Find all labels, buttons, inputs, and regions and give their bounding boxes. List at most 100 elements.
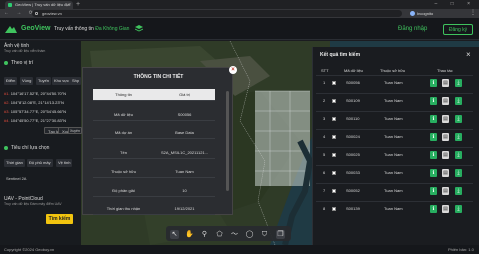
browser-tab[interactable]: GeoView | Truy vấn dữ liệu địa × [5, 1, 73, 9]
result-checkbox[interactable] [332, 171, 336, 175]
results-close-icon[interactable]: × [466, 50, 471, 59]
detail-value: 10 [182, 188, 187, 193]
tab-satellite[interactable]: Vệ tinh [56, 159, 73, 167]
tab-shp[interactable]: Shp [70, 77, 82, 85]
section-dot-icon [4, 145, 8, 150]
view-icon[interactable]: ▤ [442, 79, 449, 87]
tab-route[interactable]: Tuyến [36, 77, 51, 85]
coord-row-4[interactable]: #4. 104°45'50.77"E, 21°27'30.83"N [4, 118, 66, 123]
download-icon[interactable]: ⤓ [455, 79, 462, 87]
polygon-tool-icon[interactable]: ⬠ [215, 230, 224, 239]
info-icon[interactable]: ℹ [430, 115, 437, 123]
result-code: S00139 [346, 206, 360, 211]
login-link[interactable]: Đăng nhập [398, 24, 427, 34]
info-icon[interactable]: ℹ [430, 79, 437, 87]
browser-menu-icon[interactable]: ⋮ [470, 9, 476, 18]
result-checkbox[interactable] [332, 81, 336, 85]
view-icon[interactable]: ▤ [442, 97, 449, 105]
new-tab-icon[interactable]: + [76, 0, 80, 9]
result-checkbox[interactable] [332, 207, 336, 211]
detail-key: Tên [120, 150, 127, 155]
close-tab-icon[interactable]: × [68, 1, 71, 9]
tab-cloud-cover[interactable]: Độ phủ mây [27, 159, 53, 167]
detail-header-value: Giá trị [179, 92, 190, 97]
cross-coords-button[interactable]: Xuyên [68, 127, 82, 134]
result-row[interactable]: 7 S00052 Tuan Nam ℹ ▤ ⤓ [316, 183, 473, 197]
coord-row-3[interactable]: #3. 105°57'34.77"E, 20°54'45.66"N [4, 109, 66, 114]
info-icon[interactable]: ℹ [430, 205, 437, 213]
shield-tool-icon[interactable]: ⛉ [260, 230, 269, 239]
detail-row: Mã dữ liệu S00056 [93, 109, 215, 121]
col-actions: Thao tác [437, 68, 453, 73]
marker-tool-icon[interactable]: ⚲ [200, 230, 209, 239]
detail-header-key: Thông tin [115, 92, 132, 97]
info-icon[interactable]: ℹ [430, 169, 437, 177]
result-owner: Tuan Nam [384, 170, 403, 175]
info-icon[interactable]: ℹ [430, 151, 437, 159]
download-icon[interactable]: ⤓ [455, 151, 462, 159]
download-icon[interactable]: ⤓ [455, 133, 462, 141]
tab-area[interactable]: Vùng [20, 77, 34, 85]
info-icon[interactable]: ℹ [430, 97, 437, 105]
detail-row: Thời gian thu nhận 19/12/2021 [93, 203, 215, 215]
result-stt: 3 [323, 116, 326, 121]
line-tool-icon[interactable]: 〜 [230, 230, 239, 239]
modal-scrollbar[interactable] [226, 91, 229, 191]
result-checkbox[interactable] [332, 135, 336, 139]
layers-tool-icon[interactable]: ❐ [276, 230, 285, 239]
view-icon[interactable]: ▤ [442, 133, 449, 141]
result-row[interactable]: 3 S00110 Tuan Nam ℹ ▤ ⤓ [316, 111, 473, 125]
result-checkbox[interactable] [332, 153, 336, 157]
profile-chip[interactable]: Incognito [410, 10, 462, 17]
download-icon[interactable]: ⤓ [455, 205, 462, 213]
result-stt: 4 [323, 134, 326, 139]
result-row[interactable]: 6 S00033 Tuan Nam ℹ ▤ ⤓ [316, 165, 473, 179]
result-checkbox[interactable] [332, 117, 336, 121]
pointer-tool-icon[interactable]: ↖ [170, 230, 179, 239]
coord-row-2[interactable]: #2. 104°8'12.08"E, 21°14'13.23"N [4, 100, 64, 105]
result-row[interactable]: 1 S00056 Tuan Nam ℹ ▤ ⤓ [316, 75, 473, 89]
coord-value: 105°57'34.77"E, 20°54'45.66"N [10, 109, 67, 114]
detail-modal: THÔNG TIN CHI TIẾT Thông tin Giá trị Mã … [82, 67, 233, 215]
info-icon[interactable]: ℹ [430, 133, 437, 141]
search-button[interactable]: Tìm kiếm [46, 214, 73, 224]
section-region[interactable]: Theo vị trí [4, 60, 33, 66]
result-row[interactable]: 8 S00139 Tuan Nam ℹ ▤ ⤓ [316, 201, 473, 215]
result-row[interactable]: 4 S00024 Tuan Nam ℹ ▤ ⤓ [316, 129, 473, 143]
header-title: Truy vấn thông tin Đa Không Gian [54, 26, 129, 32]
view-icon[interactable]: ▤ [442, 205, 449, 213]
download-icon[interactable]: ⤓ [455, 115, 462, 123]
download-icon[interactable]: ⤓ [455, 169, 462, 177]
hand-tool-icon[interactable]: ✋ [185, 230, 194, 239]
uav-sub: Truy vấn dữ liệu Đám mây điểm UAV [4, 202, 62, 206]
result-checkbox[interactable] [332, 189, 336, 193]
info-icon[interactable]: ℹ [430, 187, 437, 195]
result-code: S00024 [346, 134, 360, 139]
section-criteria-label: Tiêu chí lựa chọn [11, 145, 50, 151]
url-bar[interactable]: geoview.vn [32, 10, 402, 17]
view-icon[interactable]: ▤ [442, 151, 449, 159]
register-button[interactable]: Đăng ký [443, 24, 473, 35]
window-controls[interactable]: – □ × [435, 0, 477, 9]
circle-tool-icon[interactable]: ◯ [245, 230, 254, 239]
download-icon[interactable]: ⤓ [455, 97, 462, 105]
view-icon[interactable]: ▤ [442, 115, 449, 123]
download-icon[interactable]: ⤓ [455, 187, 462, 195]
tab-point[interactable]: Điểm [4, 77, 18, 85]
results-title: Kết quả tìm kiếm [320, 52, 361, 58]
result-checkbox[interactable] [332, 99, 336, 103]
tab-region[interactable]: Khu vực [52, 77, 71, 85]
section-dot-icon [4, 60, 8, 65]
result-owner: Tuan Nam [384, 152, 403, 157]
coord-row-1[interactable]: #1. 104°16'17.52"E, 20°44'50.70"N [4, 91, 66, 96]
view-icon[interactable]: ▤ [442, 187, 449, 195]
section-criteria[interactable]: Tiêu chí lựa chọn [4, 145, 49, 151]
result-row[interactable]: 2 S00109 Tuan Nam ℹ ▤ ⤓ [316, 93, 473, 107]
result-row[interactable]: 5 S00025 Tuan Nam ℹ ▤ ⤓ [316, 147, 473, 161]
detail-value: S00056 [177, 112, 192, 117]
tab-time[interactable]: Thời gian [4, 159, 25, 167]
col-code: Mã dữ liệu [344, 68, 363, 73]
header-title-accent: Đa Không Gian [95, 26, 130, 32]
modal-close-button[interactable]: × [229, 66, 237, 74]
view-icon[interactable]: ▤ [442, 169, 449, 177]
